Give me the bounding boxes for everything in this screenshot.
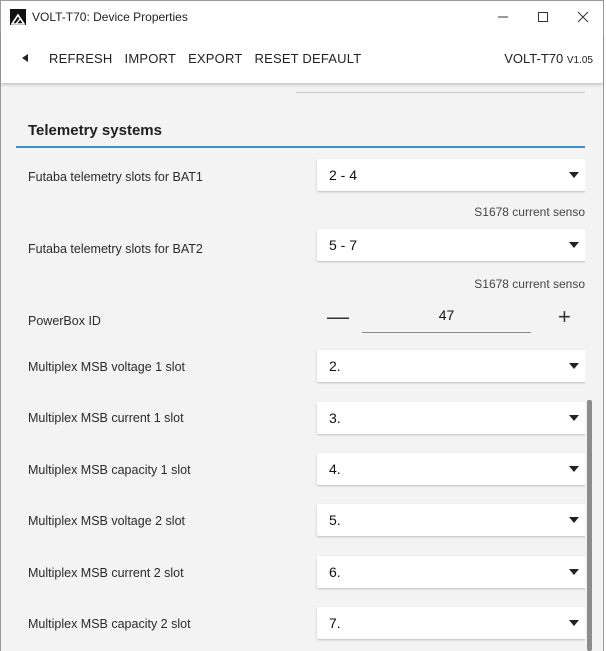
- msb-voltage1-value: 2.: [329, 358, 341, 374]
- bat2-slots-select[interactable]: 5 - 7: [317, 229, 589, 261]
- back-arrow-icon[interactable]: [7, 53, 43, 63]
- msb-voltage1-label: Multiplex MSB voltage 1 slot: [28, 360, 186, 374]
- decrement-icon[interactable]: —: [327, 306, 349, 328]
- bat1-slots-label: Futaba telemetry slots for BAT1: [28, 170, 203, 184]
- msb-current2-label: Multiplex MSB current 2 slot: [28, 566, 184, 580]
- msb-voltage2-label: Multiplex MSB voltage 2 slot: [28, 514, 186, 528]
- msb-current2-value: 6.: [329, 564, 341, 580]
- section-divider: [16, 146, 589, 148]
- bat2-slots-value: 5 - 7: [329, 237, 358, 253]
- bat1-sensor-hint: S1678 current sensor: [474, 205, 589, 219]
- msb-voltage1-select[interactable]: 2.: [317, 350, 589, 382]
- firmware-version: V1.05: [566, 54, 593, 66]
- msb-capacity2-value: 7.: [329, 615, 341, 631]
- msb-capacity2-label: Multiplex MSB capacity 2 slot: [28, 617, 191, 631]
- maximize-icon[interactable]: [523, 1, 563, 33]
- import-button[interactable]: IMPORT: [119, 51, 183, 66]
- powerbox-id-input[interactable]: 47: [362, 307, 531, 323]
- msb-voltage2-value: 5.: [329, 512, 341, 528]
- app-logo-icon: [10, 9, 26, 25]
- device-name: VOLT-T70 V1.05: [504, 51, 593, 66]
- scrollbar-thumb[interactable]: [587, 400, 592, 651]
- device-model: VOLT-T70: [504, 50, 564, 66]
- previous-field-underline: [296, 92, 589, 93]
- section-title: Telemetry systems: [28, 122, 162, 139]
- title-bar[interactable]: VOLT-T70: Device Properties: [1, 0, 603, 33]
- msb-current1-label: Multiplex MSB current 1 slot: [28, 411, 184, 425]
- export-button[interactable]: EXPORT: [182, 51, 248, 66]
- msb-capacity2-select[interactable]: 7.: [317, 607, 589, 639]
- msb-current1-select[interactable]: 3.: [317, 402, 589, 434]
- msb-capacity1-label: Multiplex MSB capacity 1 slot: [28, 463, 191, 477]
- bat1-slots-value: 2 - 4: [329, 167, 358, 183]
- close-icon[interactable]: [563, 1, 603, 33]
- msb-current1-value: 3.: [329, 410, 341, 426]
- vertical-scrollbar[interactable]: [585, 84, 595, 651]
- msb-voltage2-select[interactable]: 5.: [317, 504, 589, 536]
- bat2-slots-label: Futaba telemetry slots for BAT2: [28, 242, 203, 256]
- bat2-sensor-hint: S1678 current sensor: [474, 277, 589, 291]
- msb-capacity1-value: 4.: [329, 461, 341, 477]
- device-properties-window: VOLT-T70: Device Properties REFRESH IMPO…: [0, 0, 604, 651]
- properties-panel: Telemetry systems Futaba telemetry slots…: [1, 84, 595, 651]
- powerbox-id-label: PowerBox ID: [28, 314, 101, 328]
- msb-capacity1-select[interactable]: 4.: [317, 453, 589, 485]
- minimize-icon[interactable]: [483, 1, 523, 33]
- window-title: VOLT-T70: Device Properties: [32, 10, 188, 24]
- powerbox-id-underline: [362, 332, 531, 333]
- increment-icon[interactable]: +: [558, 306, 571, 328]
- toolbar: REFRESH IMPORT EXPORT RESET DEFAULT VOLT…: [1, 33, 603, 83]
- msb-current2-select[interactable]: 6.: [317, 556, 589, 588]
- bat1-slots-select[interactable]: 2 - 4: [317, 159, 589, 191]
- reset-default-button[interactable]: RESET DEFAULT: [248, 51, 367, 66]
- refresh-button[interactable]: REFRESH: [43, 51, 119, 66]
